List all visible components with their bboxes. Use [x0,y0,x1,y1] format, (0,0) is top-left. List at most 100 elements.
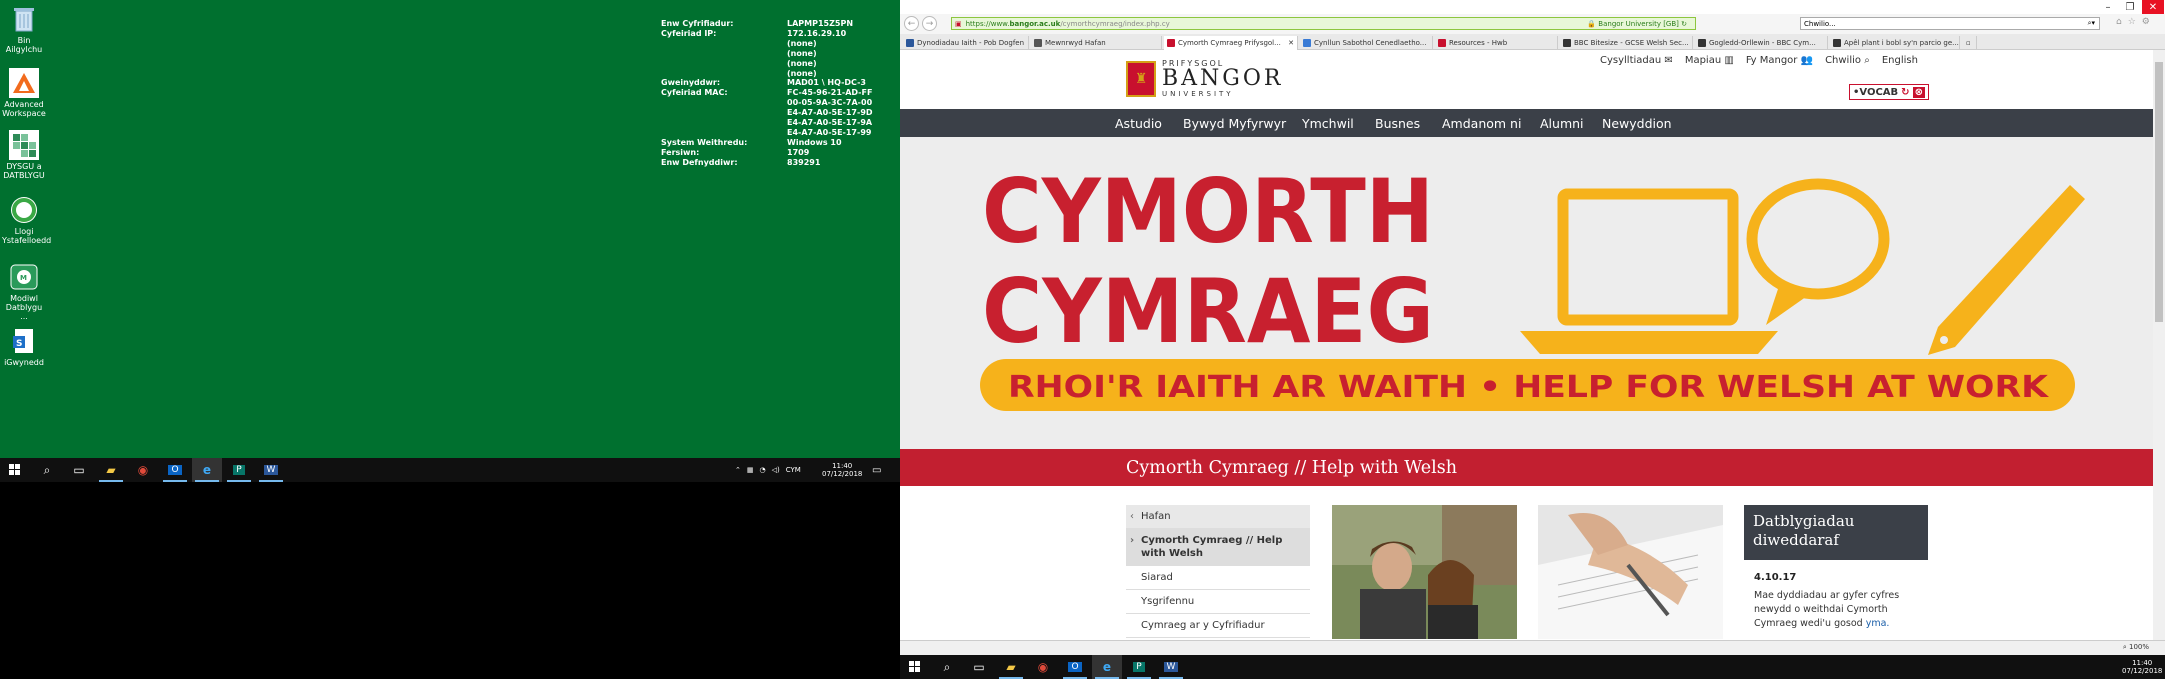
search-button[interactable]: ⌕ [932,655,962,679]
taskbar-word[interactable]: W [1156,655,1186,679]
util-link-maps[interactable]: Mapiau ▥ [1685,55,1734,66]
util-link-my-bangor[interactable]: Fy Mangor 👥 [1746,55,1813,66]
volume-icon[interactable]: ◁) [772,466,780,474]
taskbar-outlook[interactable]: O [1060,655,1090,679]
task-view-button[interactable]: ▭ [964,655,994,679]
university-crest-icon: ♜ [1126,60,1156,97]
clock[interactable]: 11:40 07/12/2018 [2122,655,2162,679]
minimize-button[interactable]: – [2097,0,2119,14]
vocab-toolbar[interactable]: • VOCAB ↻ ⊗ [1849,84,1929,100]
nav-item[interactable]: Amdanom ni [1442,109,1521,137]
browser-tab[interactable]: Resources - Hwb [1435,36,1558,50]
scrollbar-thumb[interactable] [2155,62,2163,322]
desktop-icon-label: Modiwl Datblygu ... [5,294,43,321]
taskbar-internet-explorer[interactable]: e [192,458,222,482]
desktop: Bin Ailgylchu Advanced Workspace DYSGU a… [0,0,900,458]
webpage: ♜ PRIFYSGOL BANGOR UNIVERSITY Cysylltiad… [900,50,2153,650]
taskbar-outlook[interactable]: O [160,458,190,482]
desktop-icon-igwynedd[interactable]: S iGwynedd [2,326,46,367]
desktop-icon-dysgu[interactable]: DYSGU a DATBLYGU [2,130,46,180]
address-input[interactable]: ▣ https://www. bangor.ac.uk/cymorthcymrae… [951,17,1696,30]
taskbar-chrome[interactable]: ◉ [128,458,158,482]
sidenav-item-hafan[interactable]: ‹ Hafan [1126,505,1310,529]
forward-button[interactable]: → [922,16,937,31]
browser-tab[interactable]: Cymorth Cymraeg Prifysgol... ✕ [1164,36,1298,50]
nav-item[interactable]: Astudio [1115,109,1162,137]
nav-item[interactable]: Bywyd Myfyrwyr [1183,109,1286,137]
security-identity[interactable]: 🔒 Bangor University [GB] ↻ [1587,20,1687,28]
sysinfo-key: Enw Defnyddiwr: [661,157,738,167]
photo-writing[interactable] [1538,505,1723,639]
sysinfo-row: Gweinyddwr: MAD01 \ HQ-DC-3 [661,78,873,88]
sysinfo-row: E4-A7-A0-5E-17-99 [661,128,873,138]
side-navigation: ‹ Hafan › Cymorth Cymraeg // Help with Wel… [1126,505,1310,638]
sidenav-item-siarad[interactable]: Siarad [1126,566,1310,590]
clock[interactable]: 11:40 07/12/2018 [822,458,862,482]
desktop-icon-llogi[interactable]: Llogi Ystafelloedd [2,195,51,245]
taskbar-file-explorer[interactable]: ▰ [996,655,1026,679]
svg-text:S: S [16,339,22,349]
search-icon[interactable]: ⌕▾ [2088,19,2095,28]
chrome-icon: ◉ [137,463,149,477]
task-view-button[interactable]: ▭ [64,458,94,482]
nav-item[interactable]: Busnes [1375,109,1420,137]
sidenav-item-cyfrifiadur[interactable]: Cymraeg ar y Cyfrifiadur [1126,614,1310,638]
nav-item[interactable]: Newyddion [1602,109,1672,137]
taskbar-publisher[interactable]: P [1124,655,1154,679]
close-button[interactable]: ✕ [2142,0,2164,14]
back-button[interactable]: ← [904,16,919,31]
tray-chevron-icon[interactable]: ⌃ [735,466,741,474]
sysinfo-value: 839291 [787,157,821,167]
browser-tab[interactable]: Cynllun Sabothol Cenedlaetho... [1300,36,1433,50]
browser-tab[interactable]: BBC Bitesize - GCSE Welsh Sec... [1560,36,1693,50]
util-link-english[interactable]: English [1882,55,1918,66]
folder-icon: ▰ [1006,660,1016,674]
desktop-icon-label: Advanced Workspace [2,100,46,118]
nav-item[interactable]: Ymchwil [1302,109,1354,137]
desktop-icon-modiwl[interactable]: M Modiwl Datblygu ... [2,262,46,321]
sysinfo-key: System Weithredu: [661,137,748,147]
browser-tab[interactable]: Apêl plant i bobl sy'n parcio ge... [1830,36,1960,50]
taskbar-word[interactable]: W [256,458,286,482]
desktop-icon-advanced-workspace[interactable]: Advanced Workspace [2,68,46,118]
dual-monitor-screen: Bin Ailgylchu Advanced Workspace DYSGU a… [0,0,2165,679]
util-link-search[interactable]: Chwilio ⌕ [1825,55,1870,66]
desktop-icon-recycle-bin[interactable]: Bin Ailgylchu [2,4,46,54]
new-tab-button[interactable]: ▫ [1963,36,1977,50]
settings-gear-icon[interactable]: ⚙ [2142,17,2150,27]
vocab-refresh-icon[interactable]: ↻ [1901,87,1909,98]
news-link[interactable]: yma. [1866,618,1890,629]
start-button[interactable] [0,458,30,482]
browser-tab[interactable]: Gogledd-Orllewin - BBC Cym... [1695,36,1828,50]
taskbar-publisher[interactable]: P [224,458,254,482]
sidenav-item-ysgrifennu[interactable]: Ysgrifennu [1126,590,1310,614]
language-indicator[interactable]: CYM [786,466,801,474]
bangor-logo[interactable]: ♜ PRIFYSGOL BANGOR UNIVERSITY [1126,59,1283,98]
util-link-contacts[interactable]: Cysylltiadau ✉ [1600,55,1673,66]
browser-tab[interactable]: Mewnrwyd Hafan [1031,36,1162,50]
modiwl-icon: M [9,262,39,292]
sidenav-item-cymorth[interactable]: › Cymorth Cymraeg // Help with Welsh [1126,529,1310,566]
network-icon[interactable]: ▦ [747,466,754,474]
search-button[interactable]: ⌕ [32,458,62,482]
page-scrollbar[interactable] [2153,50,2165,640]
taskbar-chrome[interactable]: ◉ [1028,655,1058,679]
photo-students[interactable] [1332,505,1517,639]
restore-button[interactable]: ❐ [2119,0,2141,14]
browser-tab[interactable]: Dynodiadau Iaith - Pob Dogfen [903,36,1029,50]
vocab-close-icon[interactable]: ⊗ [1912,86,1925,98]
chrome-icon: ◉ [1037,660,1049,674]
tab-close-icon[interactable]: ✕ [1288,39,1294,47]
zoom-level[interactable]: ⌕ 100% [2123,643,2149,652]
taskbar-file-explorer[interactable]: ▰ [96,458,126,482]
refresh-icon[interactable]: ↻ [1681,20,1687,28]
browser-search-input[interactable]: Chwilio... ⌕▾ [1800,17,2100,30]
home-icon[interactable]: ⌂ [2116,17,2122,27]
sync-icon[interactable]: ◔ [760,466,766,474]
nav-item[interactable]: Alumni [1540,109,1584,137]
search-icon: ⌕ [43,462,51,477]
favorites-star-icon[interactable]: ☆ [2128,17,2136,27]
action-center-icon[interactable]: ▭ [872,458,881,482]
start-button[interactable] [900,655,930,679]
taskbar-internet-explorer[interactable]: e [1092,655,1122,679]
